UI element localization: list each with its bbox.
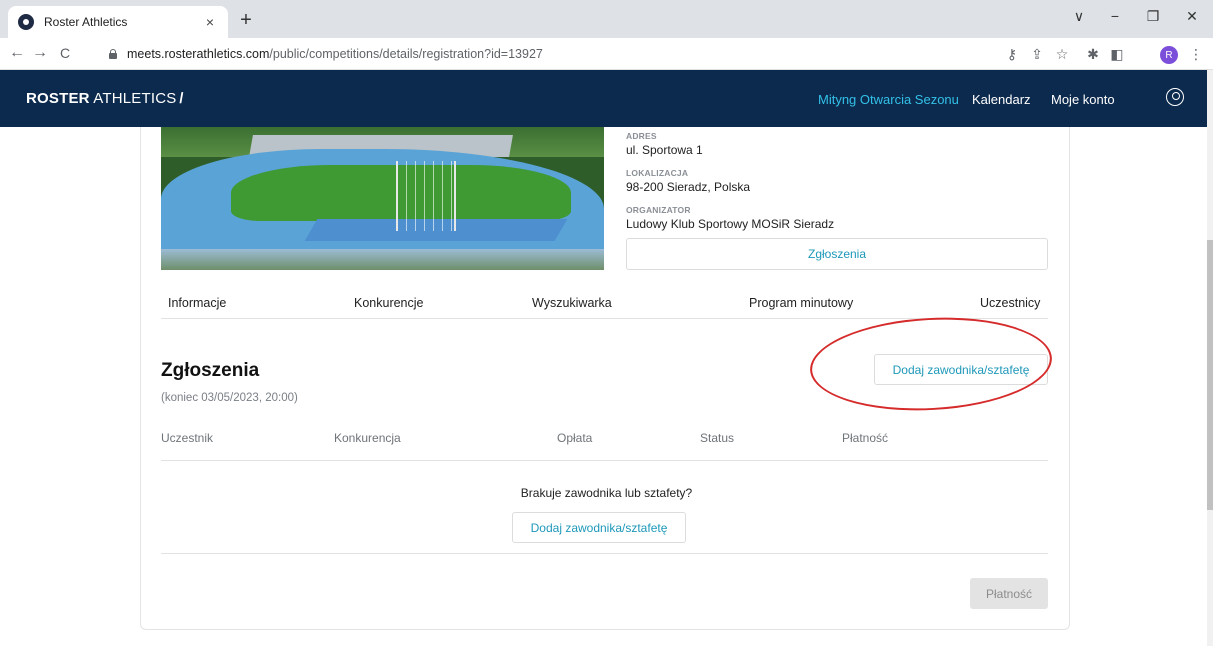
page-scrollbar[interactable] <box>1207 70 1213 646</box>
extensions-icon[interactable]: ✱ <box>1084 46 1102 63</box>
lock-icon <box>108 49 118 59</box>
side-panel-icon[interactable]: ◧ <box>1108 46 1126 63</box>
logo-mark-icon: \ <box>176 90 187 107</box>
nav-account-link[interactable]: Moje konto <box>1051 92 1115 107</box>
share-icon[interactable]: ⇪ <box>1028 46 1046 63</box>
tab-title: Roster Athletics <box>44 15 128 29</box>
profile-avatar[interactable]: R <box>1160 46 1178 64</box>
registrations-button[interactable]: Zgłoszenia <box>626 238 1048 270</box>
key-icon[interactable]: ⚷ <box>1003 46 1021 63</box>
restore-button[interactable]: ❐ <box>1143 8 1163 25</box>
stadium-photo <box>161 127 604 270</box>
reload-button[interactable]: C <box>56 45 74 61</box>
browser-tab-strip: Roster Athletics × + ∨ − ❐ ✕ <box>0 0 1213 38</box>
tab-schedule[interactable]: Program minutowy <box>749 296 853 310</box>
column-header-event: Konkurencja <box>334 431 401 445</box>
column-header-participant: Uczestnik <box>161 431 214 445</box>
section-title: Zgłoszenia <box>161 360 260 381</box>
tab-participants[interactable]: Uczestnicy <box>980 296 1040 310</box>
tab-search-chevron-icon[interactable]: ∨ <box>1069 8 1089 25</box>
nav-calendar-link[interactable]: Kalendarz <box>972 92 1031 107</box>
url-field[interactable]: meets.rosterathletics.com /public/compet… <box>108 42 988 66</box>
roster-athletics-logo[interactable]: ROSTER ATHLETICS\ <box>26 90 187 107</box>
site-favicon-icon <box>18 14 34 30</box>
logo-bold-text: ROSTER <box>26 90 90 107</box>
tab-close-icon[interactable]: × <box>202 14 218 30</box>
location-value: 98-200 Sieradz, Polska <box>626 180 751 194</box>
url-host: meets.rosterathletics.com <box>127 47 270 61</box>
site-header: ROSTER ATHLETICS\ Mityng Otwarcia Sezonu… <box>0 70 1207 127</box>
table-footer-divider <box>161 553 1048 554</box>
user-account-icon[interactable] <box>1166 88 1184 106</box>
url-path: /public/competitions/details/registratio… <box>269 47 543 61</box>
tab-search[interactable]: Wyszukiwarka <box>532 296 612 310</box>
column-header-fee: Opłata <box>557 431 593 445</box>
organizer-value: Ludowy Klub Sportowy MOSiR Sieradz <box>626 217 835 231</box>
column-header-status: Status <box>700 431 735 445</box>
column-header-payment: Płatność <box>842 431 889 445</box>
empty-state-message: Brakuje zawodnika lub sztafety? <box>520 486 693 500</box>
payment-button[interactable]: Płatność <box>970 578 1048 609</box>
address-label: ADRES <box>626 131 657 141</box>
forward-button[interactable]: → <box>31 44 49 62</box>
address-value: ul. Sportowa 1 <box>626 143 703 157</box>
nav-meet-link[interactable]: Mityng Otwarcia Sezonu <box>818 92 959 107</box>
tab-events[interactable]: Konkurencje <box>354 296 424 310</box>
minimize-button[interactable]: − <box>1105 8 1125 24</box>
bookmark-star-icon[interactable]: ☆ <box>1053 46 1071 63</box>
registration-deadline: (koniec 03/05/2023, 20:00) <box>161 392 298 404</box>
scrollbar-thumb[interactable] <box>1207 240 1213 510</box>
organizer-label: ORGANIZATOR <box>626 205 691 215</box>
browser-menu-icon[interactable]: ⋮ <box>1187 46 1205 63</box>
close-window-button[interactable]: ✕ <box>1182 8 1202 25</box>
back-button[interactable]: ← <box>8 44 26 62</box>
table-header-divider <box>161 460 1048 461</box>
tab-information[interactable]: Informacje <box>168 296 226 310</box>
location-label: LOKALIZACJA <box>626 168 689 178</box>
new-tab-button[interactable]: + <box>236 9 256 32</box>
address-bar: ← → C meets.rosterathletics.com /public/… <box>0 38 1213 70</box>
logo-thin-text: ATHLETICS <box>93 90 177 107</box>
browser-tab[interactable]: Roster Athletics × <box>8 6 228 38</box>
empty-state-add-button[interactable]: Dodaj zawodnika/sztafetę <box>512 512 686 543</box>
